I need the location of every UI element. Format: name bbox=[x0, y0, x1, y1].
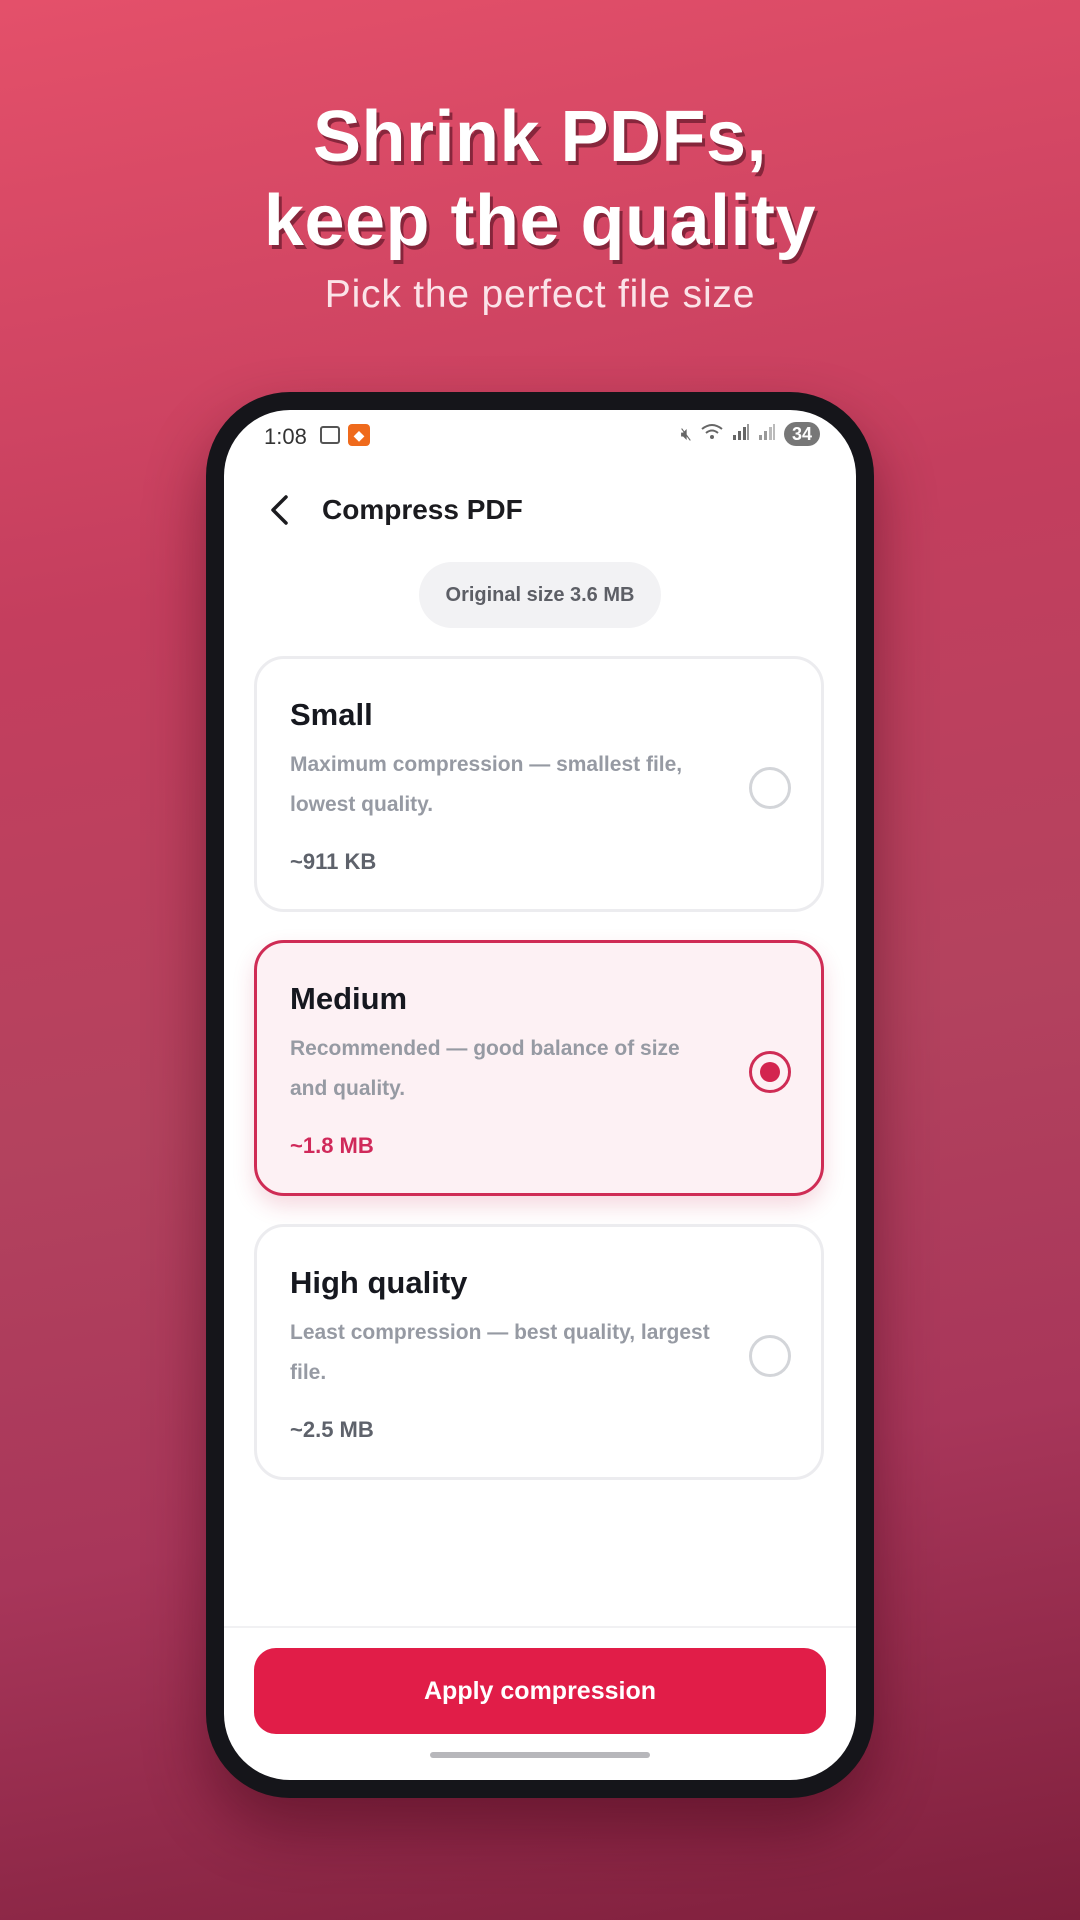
option-title: Small bbox=[290, 697, 373, 732]
battery-indicator: 34 bbox=[783, 422, 820, 446]
screenshot-icon bbox=[320, 426, 340, 444]
option-radio[interactable] bbox=[749, 1335, 791, 1377]
option-title: Medium bbox=[290, 981, 408, 1016]
option-size-estimate: ~911 KB bbox=[290, 849, 377, 874]
back-button[interactable] bbox=[258, 488, 302, 532]
phone-screen: 1:08 ◆ 🔇︎ 34 Compress PDF Original size … bbox=[224, 410, 856, 1780]
option-size-estimate: ~1.8 MB bbox=[290, 1133, 374, 1158]
option-size-estimate: ~2.5 MB bbox=[290, 1417, 374, 1442]
promo-title-line1: Shrink PDFs, bbox=[312, 97, 768, 177]
promo-subtitle: Pick the perfect file size bbox=[324, 273, 756, 316]
option-description: Least compression — best quality, larges… bbox=[290, 1321, 710, 1384]
phone-frame: 1:08 ◆ 🔇︎ 34 Compress PDF Original size … bbox=[206, 392, 874, 1798]
status-time: 1:08 bbox=[264, 424, 307, 449]
wifi-icon bbox=[700, 423, 724, 446]
option-high-quality[interactable]: High quality Least compression — best qu… bbox=[254, 1224, 824, 1480]
status-notification-icons: ◆ bbox=[320, 424, 370, 446]
option-radio[interactable] bbox=[749, 1051, 791, 1093]
option-title: High quality bbox=[290, 1265, 468, 1300]
home-indicator[interactable] bbox=[430, 1752, 650, 1758]
status-bar: 1:08 ◆ 🔇︎ 34 bbox=[224, 410, 856, 460]
option-description: Maximum compression — smallest file, low… bbox=[290, 753, 683, 816]
promo-title-line2: keep the quality bbox=[263, 181, 817, 261]
option-description: Recommended — good balance of size and q… bbox=[290, 1037, 680, 1100]
bottom-divider bbox=[224, 1626, 856, 1628]
promo-title: Shrink PDFs, keep the quality bbox=[0, 95, 1080, 263]
option-small[interactable]: Small Maximum compression — smallest fil… bbox=[254, 656, 824, 912]
app-notification-icon: ◆ bbox=[348, 424, 370, 446]
app-bar: Compress PDF bbox=[224, 470, 856, 554]
promo-header: Shrink PDFs, keep the quality Pick the p… bbox=[0, 95, 1080, 317]
original-size-badge: Original size 3.6 MB bbox=[419, 562, 661, 628]
signal-icon bbox=[732, 423, 750, 446]
apply-compression-button[interactable]: Apply compression bbox=[254, 1648, 826, 1734]
status-system-icons: 🔇︎ 34 bbox=[681, 422, 820, 446]
option-medium[interactable]: Medium Recommended — good balance of siz… bbox=[254, 940, 824, 1196]
back-arrow-icon bbox=[271, 495, 288, 525]
option-radio[interactable] bbox=[749, 767, 791, 809]
page-title: Compress PDF bbox=[322, 494, 523, 525]
signal-secondary-icon bbox=[758, 423, 776, 446]
mute-icon: 🔇︎ bbox=[680, 423, 692, 444]
